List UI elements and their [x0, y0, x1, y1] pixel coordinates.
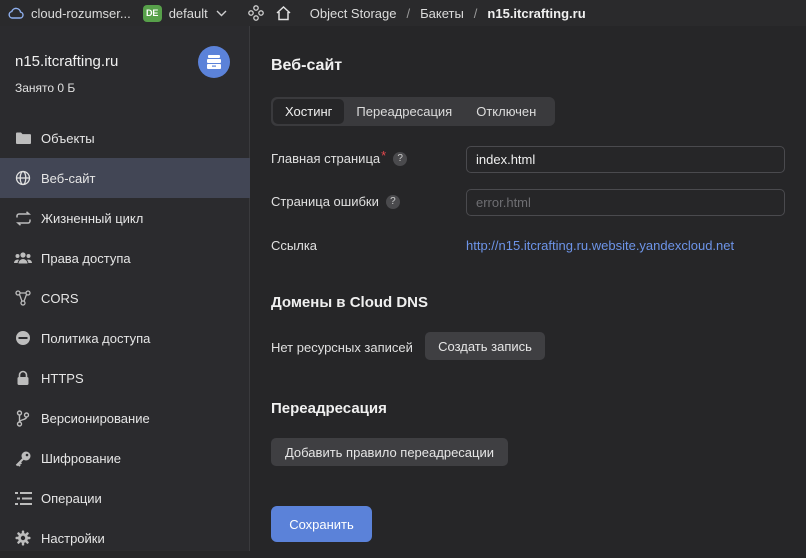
- breadcrumb-separator: /: [406, 5, 411, 21]
- save-button[interactable]: Сохранить: [271, 506, 372, 542]
- chevron-down-icon: [216, 10, 227, 17]
- index-page-label-row: Главная страница * ?: [271, 148, 408, 166]
- sidebar-item-https[interactable]: HTTPS: [0, 358, 250, 398]
- breadcrumb-bucket: n15.itcrafting.ru: [487, 5, 586, 21]
- bucket-icon: [198, 46, 230, 78]
- sidebar-item-label: Объекты: [41, 130, 95, 146]
- error-page-input[interactable]: [466, 189, 785, 216]
- sidebar-item-versioning[interactable]: Версионирование: [0, 398, 250, 438]
- tab-redirect[interactable]: Переадресация: [344, 99, 464, 124]
- users-icon: [14, 249, 32, 267]
- sidebar-item-lifecycle[interactable]: Жизненный цикл: [0, 198, 250, 238]
- sidebar-item-access-rights[interactable]: Права доступа: [0, 238, 250, 278]
- versioning-icon: [14, 409, 32, 427]
- sidebar-item-website[interactable]: Веб-сайт: [0, 158, 250, 198]
- sidebar-item-label: HTTPS: [41, 370, 84, 386]
- breadcrumb-buckets[interactable]: Бакеты: [420, 6, 464, 21]
- globe-icon: [14, 169, 32, 187]
- required-mark: *: [381, 148, 387, 163]
- redirect-section-title: Переадресация: [271, 400, 387, 417]
- sidebar-item-label: Шифрование: [41, 450, 121, 466]
- cloud-selector[interactable]: cloud-rozumser...: [8, 6, 131, 21]
- lock-icon: [14, 369, 32, 387]
- dns-empty-text: Нет ресурсных записей: [271, 340, 413, 355]
- sidebar-item-label: CORS: [41, 290, 79, 306]
- link-label: Ссылка: [271, 238, 318, 253]
- sidebar-item-settings[interactable]: Настройки: [0, 518, 250, 558]
- breadcrumb-object-storage[interactable]: Object Storage: [310, 6, 397, 21]
- lifecycle-icon: [14, 209, 32, 227]
- sidebar-item-label: Веб-сайт: [41, 170, 96, 186]
- policy-icon: [14, 329, 32, 347]
- services-icon[interactable]: [247, 5, 264, 21]
- error-page-label-row: Страница ошибки ?: [271, 194, 400, 209]
- folder-icon: [14, 129, 32, 147]
- home-icon[interactable]: [275, 5, 292, 21]
- folder-selector[interactable]: DE default: [142, 4, 227, 22]
- sidebar-item-cors[interactable]: CORS: [0, 278, 250, 318]
- tab-hosting[interactable]: Хостинг: [273, 99, 345, 124]
- help-icon[interactable]: ?: [385, 194, 400, 209]
- website-link[interactable]: http://n15.itcrafting.ru.website.yandexc…: [466, 238, 734, 253]
- sidebar-item-encryption[interactable]: Шифрование: [0, 438, 250, 478]
- bucket-size: Занято 0 Б: [15, 81, 76, 95]
- dns-section-title: Домены в Cloud DNS: [271, 294, 429, 311]
- sidebar-item-label: Операции: [41, 490, 102, 506]
- breadcrumb: Object Storage / Бакеты / n15.itcrafting…: [310, 6, 586, 21]
- sidebar-item-label: Политика доступа: [41, 330, 151, 346]
- cloud-icon: [8, 7, 24, 19]
- create-record-button[interactable]: Создать запись: [425, 332, 545, 360]
- sidebar: n15.itcrafting.ru Занято 0 Б Объекты Веб…: [0, 26, 250, 551]
- key-icon: [14, 449, 32, 467]
- operations-icon: [14, 489, 32, 507]
- sidebar-item-objects[interactable]: Объекты: [0, 118, 250, 158]
- error-page-label: Страница ошибки: [271, 194, 379, 209]
- folder-badge: DE: [142, 4, 162, 22]
- cloud-name: cloud-rozumser...: [31, 5, 131, 21]
- breadcrumb-separator: /: [473, 5, 478, 21]
- page-title: Веб-сайт: [271, 57, 343, 74]
- index-page-label: Главная страница: [271, 151, 381, 166]
- sidebar-item-label: Версионирование: [41, 410, 150, 426]
- add-redirect-rule-button[interactable]: Добавить правило переадресации: [271, 438, 508, 466]
- sidebar-item-label: Права доступа: [41, 250, 131, 266]
- sidebar-item-operations[interactable]: Операции: [0, 478, 250, 518]
- tab-disabled[interactable]: Отключен: [464, 99, 548, 124]
- gear-icon: [14, 529, 32, 547]
- hosting-mode-tabs: Хостинг Переадресация Отключен: [271, 97, 555, 126]
- sidebar-item-access-policy[interactable]: Политика доступа: [0, 318, 250, 358]
- top-bar: cloud-rozumser... DE default Object Stor…: [0, 0, 806, 26]
- folder-name: default: [168, 5, 208, 21]
- bucket-name: n15.itcrafting.ru: [15, 53, 119, 70]
- sidebar-item-label: Жизненный цикл: [41, 210, 144, 226]
- index-page-input[interactable]: [466, 146, 785, 173]
- help-icon[interactable]: ?: [393, 151, 408, 166]
- main-content: Веб-сайт Хостинг Переадресация Отключен …: [250, 26, 806, 551]
- cors-icon: [14, 289, 32, 307]
- sidebar-item-label: Настройки: [41, 530, 105, 546]
- sidebar-nav: Объекты Веб-сайт Жизненный цикл Права до…: [0, 118, 250, 558]
